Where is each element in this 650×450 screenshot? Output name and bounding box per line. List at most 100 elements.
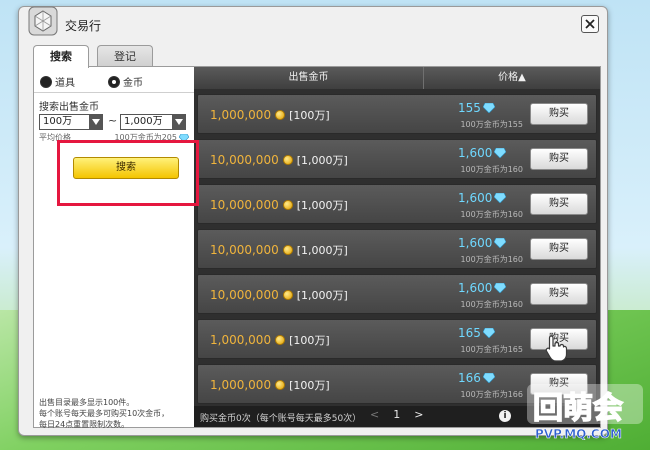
listing-header: 出售金币 价格▲ (194, 67, 600, 89)
sell-amount-value: 10,000,000 (210, 288, 279, 302)
sell-amount-unit: [100万] (289, 334, 330, 347)
listing-price-value: 1,600 (458, 146, 493, 160)
chevron-down-icon[interactable] (89, 115, 102, 129)
listing-rate: 100万金币为160 (460, 255, 523, 264)
listing-rate: 100万金币为160 (460, 210, 523, 219)
gem-icon (482, 373, 495, 383)
sell-amount: 10,000,000 [1,000万] (210, 242, 348, 258)
header-sell-coin[interactable]: 出售金币 (194, 67, 424, 89)
coin-icon (282, 245, 293, 255)
radio-item[interactable]: 道具 (40, 74, 75, 89)
window-titlebar: 交易行 (19, 6, 607, 41)
svg-text:回萌会: 回萌会 (533, 391, 623, 426)
sell-amount-unit: [1,000万] (296, 289, 348, 302)
site-watermark-logo: 回萌会 PVP.MQ.COM (527, 384, 643, 441)
divider (34, 92, 194, 93)
listing-price: 166 (458, 371, 495, 385)
note-line: 每日24点重置限制次数。 (39, 420, 130, 429)
min-amount-select[interactable]: 100万 (39, 114, 103, 130)
close-icon (585, 19, 595, 29)
coin-icon (275, 335, 286, 345)
listing-price-value: 166 (458, 371, 481, 385)
listing-price-value: 1,600 (458, 236, 493, 250)
search-coin-label: 搜索出售金币 (39, 102, 99, 113)
max-amount-value: 1,000万 (124, 116, 163, 127)
listing-row: 10,000,000 [1,000万] 1,600 100万金币为160 购买 (197, 139, 597, 179)
sell-amount-value: 10,000,000 (210, 153, 279, 167)
window-title: 交易行 (65, 19, 102, 33)
note-line: 每个账号每天最多可购买10次金币， (39, 409, 170, 418)
sell-amount-unit: [1,000万] (296, 244, 348, 257)
listing-rate: 100万金币为160 (460, 300, 523, 309)
buy-button[interactable]: 购买 (530, 103, 588, 125)
content-panel: 道具 金币 搜索出售金币 100万 ~ 1,000万 平均价格 100万金币为2… (33, 66, 601, 430)
max-amount-select[interactable]: 1,000万 (120, 114, 186, 130)
listing-row: 10,000,000 [1,000万] 1,600 100万金币为160 购买 (197, 184, 597, 224)
gem-icon (482, 328, 495, 338)
close-button[interactable] (581, 15, 599, 33)
next-page-button[interactable]: > (414, 408, 423, 421)
listing-price-value: 155 (458, 101, 481, 115)
radio-coin[interactable]: 金币 (108, 74, 143, 89)
search-panel: 道具 金币 搜索出售金币 100万 ~ 1,000万 平均价格 100万金币为2… (34, 67, 194, 430)
header-price-sort[interactable]: 价格▲ (424, 67, 600, 89)
coin-icon (282, 290, 293, 300)
radio-item-label: 道具 (55, 78, 75, 89)
listing-row: 1,000,000 [100万] 155 100万金币为155 购买 (197, 94, 597, 134)
gem-icon (494, 148, 507, 158)
chevron-down-icon[interactable] (172, 115, 185, 129)
sell-amount-value: 10,000,000 (210, 243, 279, 257)
info-icon[interactable]: i (499, 410, 511, 422)
coin-icon (282, 200, 293, 210)
min-amount-value: 100万 (43, 116, 73, 127)
coin-icon (275, 110, 286, 120)
radio-coin-dot[interactable] (108, 75, 120, 88)
coin-icon (282, 155, 293, 165)
page-number: 1 (393, 408, 401, 421)
listing-price: 1,600 (458, 236, 507, 250)
listing-price-value: 1,600 (458, 191, 493, 205)
tab-search[interactable]: 搜索 (33, 45, 89, 68)
radio-item-dot[interactable] (40, 75, 52, 88)
trade-house-icon (28, 6, 58, 36)
type-radio-group: 道具 金币 (40, 74, 190, 90)
sell-amount-unit: [100万] (289, 109, 330, 122)
sell-amount-value: 1,000,000 (210, 333, 272, 347)
buy-button[interactable]: 购买 (530, 238, 588, 260)
listing-price: 1,600 (458, 146, 507, 160)
sell-amount: 10,000,000 [1,000万] (210, 197, 348, 213)
highlight-box (57, 140, 199, 206)
gem-icon (494, 283, 507, 293)
listing-row: 1,000,000 [100万] 165 100万金币为165 购买 (197, 319, 597, 359)
listing-price: 155 (458, 101, 495, 115)
sell-amount-unit: [100万] (289, 379, 330, 392)
coin-icon (275, 380, 286, 390)
sell-amount: 1,000,000 [100万] (210, 107, 330, 123)
svg-text:PVP.MQ.COM: PVP.MQ.COM (535, 427, 622, 441)
buy-button[interactable]: 购买 (530, 193, 588, 215)
note-line: 出售目录最多显示100件。 (39, 398, 135, 407)
buy-button[interactable]: 购买 (530, 148, 588, 170)
prev-page-button[interactable]: < (370, 408, 379, 421)
sell-amount: 1,000,000 [100万] (210, 377, 330, 393)
buy-button[interactable]: 购买 (530, 283, 588, 305)
listing-price-value: 1,600 (458, 281, 493, 295)
sell-amount: 10,000,000 [1,000万] (210, 287, 348, 303)
listing-panel: 出售金币 价格▲ 1,000,000 [100万] 155 100万金币为155… (194, 67, 600, 427)
sell-amount-value: 10,000,000 (210, 198, 279, 212)
listing-price: 1,600 (458, 281, 507, 295)
radio-coin-label: 金币 (123, 78, 143, 89)
search-notes: 出售目录最多显示100件。 每个账号每天最多可购买10次金币， 每日24点重置限… (39, 397, 194, 430)
sell-amount-unit: [1,000万] (296, 154, 348, 167)
listing-rate: 100万金币为160 (460, 165, 523, 174)
listing-rate: 100万金币为165 (460, 345, 523, 354)
listing-price: 1,600 (458, 191, 507, 205)
gem-icon (494, 193, 507, 203)
range-separator: ~ (108, 114, 118, 127)
tab-register[interactable]: 登记 (97, 45, 153, 67)
sell-amount-value: 1,000,000 (210, 378, 272, 392)
listing-price-value: 165 (458, 326, 481, 340)
listing-rate: 100万金币为155 (460, 120, 523, 129)
hand-cursor-icon (545, 335, 568, 362)
sell-amount: 1,000,000 [100万] (210, 332, 330, 348)
